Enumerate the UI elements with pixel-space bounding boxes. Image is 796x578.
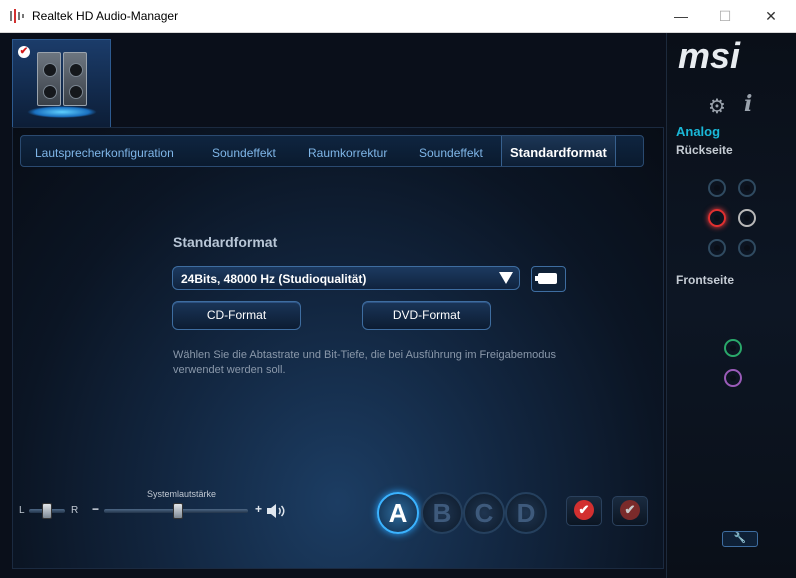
section-title: Standardformat	[173, 234, 278, 250]
dvd-format-button[interactable]: DVD-Format	[362, 301, 491, 330]
speaker-volume-icon[interactable]	[266, 503, 286, 519]
app-icon	[10, 9, 24, 23]
volume-label: Systemlautstärke	[147, 489, 217, 499]
rear-jack-1[interactable]	[708, 179, 726, 197]
front-jack-purple[interactable]	[724, 369, 742, 387]
tab-raumkorrektur[interactable]: Raumkorrektur	[308, 136, 387, 166]
profile-b-button[interactable]: B	[421, 492, 463, 534]
speaker-glow	[27, 106, 97, 118]
speaker-left-icon	[37, 52, 61, 106]
profile-d-button[interactable]: D	[505, 492, 547, 534]
speaker-right-icon	[63, 52, 87, 106]
tab-lautsprecherkonfiguration[interactable]: Lautsprecherkonfiguration	[35, 136, 174, 166]
speaker-device-tile[interactable]: ✔	[12, 39, 111, 129]
right-sidebar	[666, 33, 796, 578]
info-icon[interactable]: i	[744, 91, 752, 117]
close-button[interactable]: ✕	[748, 0, 794, 32]
maximize-button[interactable]: ☐	[702, 0, 748, 32]
profile-a-button[interactable]: A	[377, 492, 419, 534]
rear-panel-label: Rückseite	[676, 143, 733, 157]
default-device-check-icon: ✔	[18, 46, 30, 58]
gear-icon[interactable]: ⚙	[708, 94, 726, 119]
dropdown-arrow-icon	[499, 272, 513, 284]
format-description: Wählen Sie die Abtastrate und Bit-Tiefe,…	[173, 349, 556, 376]
balance-right-label: R	[71, 505, 79, 516]
analog-label: Analog	[676, 124, 721, 139]
apply-profile-button[interactable]: ✔	[566, 496, 602, 526]
app-body: ✔ Lautsprecherkonfiguration Soundeffekt …	[0, 33, 796, 578]
restore-default-button[interactable]	[531, 266, 566, 292]
rear-jack-6[interactable]	[738, 239, 756, 257]
tab-soundeffekt[interactable]: Soundeffekt	[212, 136, 276, 166]
rear-jack-2[interactable]	[738, 179, 756, 197]
rear-jack-red[interactable]	[708, 209, 726, 227]
minimize-button[interactable]: —	[658, 0, 704, 32]
window-title: Realtek HD Audio-Manager	[32, 9, 179, 23]
balance-left-label: L	[19, 505, 25, 516]
msi-logo-text: msi	[678, 37, 741, 76]
tab-bar: Lautsprecherkonfiguration Soundeffekt Ra…	[20, 135, 644, 167]
rear-jack-black[interactable]	[738, 209, 756, 227]
check-icon: ✔	[574, 500, 594, 520]
balance-slider-knob[interactable]	[42, 503, 52, 519]
check-pen-icon: ✔	[620, 500, 640, 520]
wrench-icon: 🔧	[733, 533, 747, 544]
battery-icon	[535, 273, 557, 284]
system-volume-knob[interactable]	[173, 503, 183, 519]
tab-standardformat[interactable]: Standardformat	[501, 136, 616, 166]
front-jack-green[interactable]	[724, 339, 742, 357]
realtek-audio-manager-window: Realtek HD Audio-Manager — ☐ ✕ ✔ Lautspr…	[0, 0, 796, 578]
volume-minus-icon[interactable]: −	[92, 502, 99, 516]
profile-c-button[interactable]: C	[463, 492, 505, 534]
rear-jack-5[interactable]	[708, 239, 726, 257]
cd-format-button[interactable]: CD-Format	[172, 301, 301, 330]
format-select[interactable]: 24Bits, 48000 Hz (Studioqualität)	[172, 266, 520, 290]
volume-plus-icon[interactable]: +	[255, 502, 262, 516]
save-profile-button[interactable]: ✔	[612, 496, 648, 526]
msi-logo: msi	[678, 37, 741, 76]
title-bar: Realtek HD Audio-Manager — ☐ ✕	[0, 0, 796, 33]
tab-soundeffekt-2[interactable]: Soundeffekt	[419, 136, 483, 166]
wrench-settings-button[interactable]: 🔧	[722, 531, 758, 547]
front-panel-label: Frontseite	[676, 273, 735, 287]
format-select-value: 24Bits, 48000 Hz (Studioqualität)	[181, 272, 367, 286]
